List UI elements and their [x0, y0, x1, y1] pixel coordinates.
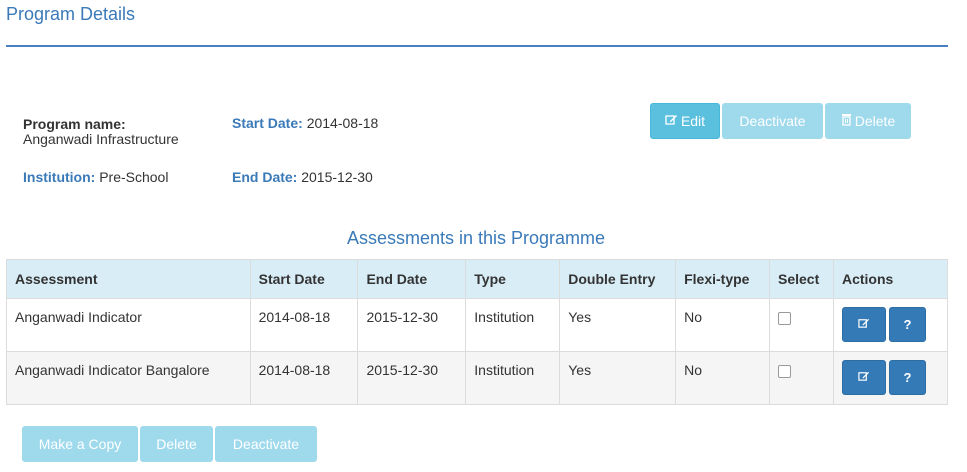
table-header-row: Assessment Start Date End Date Type Doub… [6, 259, 949, 299]
select-checkbox[interactable] [778, 312, 791, 325]
col-type: Type [465, 259, 561, 299]
end-date-label: End Date: [232, 169, 298, 185]
assessment-start-date: 2014-08-18 [258, 362, 331, 378]
program-name-label: Program name: [23, 116, 126, 132]
assessment-start-date: 2014-08-18 [258, 309, 331, 325]
col-select: Select [769, 259, 834, 299]
deactivate-program-button[interactable]: Deactivate [722, 103, 823, 139]
assessment-name: Anganwadi Indicator Bangalore [15, 362, 210, 378]
title-divider [6, 45, 948, 47]
trash-icon [841, 113, 852, 129]
assessment-name: Anganwadi Indicator [15, 309, 142, 325]
start-date-field: Start Date: 2014-08-18 [232, 115, 378, 131]
edit-icon [858, 370, 870, 385]
program-name-value: Anganwadi Infrastructure [23, 131, 179, 147]
delete-program-button[interactable]: Delete [825, 103, 911, 139]
page-title: Program Details [6, 4, 136, 24]
assessment-double-entry: Yes [568, 362, 592, 378]
edit-icon [665, 113, 678, 129]
assessments-title: Assessments in this Programme [346, 228, 606, 248]
select-checkbox[interactable] [778, 365, 791, 378]
start-date-label: Start Date: [232, 115, 303, 131]
col-double-entry: Double Entry [559, 259, 677, 299]
make-copy-button[interactable]: Make a Copy [22, 426, 138, 462]
assessment-type: Institution [474, 362, 535, 378]
table-row: Anganwadi Indicator 2014-08-18 2015-12-3… [6, 298, 949, 352]
row-actions: ? [841, 360, 939, 395]
table-row: Anganwadi Indicator Bangalore 2014-08-18… [6, 351, 949, 405]
deactivate-assessment-button[interactable]: Deactivate [215, 426, 317, 462]
institution-value: Pre-School [99, 169, 169, 185]
assessment-end-date: 2015-12-30 [366, 309, 439, 325]
col-flexi-type: Flexi-type [675, 259, 770, 299]
assessment-end-date: 2015-12-30 [366, 362, 439, 378]
help-button[interactable]: ? [888, 307, 926, 342]
col-end-date: End Date [357, 259, 467, 299]
col-actions: Actions [832, 259, 949, 299]
end-date-value: 2015-12-30 [301, 169, 373, 185]
assessment-double-entry: Yes [568, 309, 592, 325]
assessment-type: Institution [474, 309, 535, 325]
delete-label: Delete [854, 113, 896, 129]
edit-label: Edit [680, 113, 706, 129]
col-start-date: Start Date [249, 259, 359, 299]
institution-label: Institution: [23, 169, 96, 185]
col-assessment: Assessment [6, 259, 251, 299]
edit-assessment-button[interactable] [841, 360, 886, 395]
start-date-value: 2014-08-18 [306, 115, 379, 131]
edit-icon [858, 317, 870, 332]
help-button[interactable]: ? [888, 360, 926, 395]
end-date-field: End Date: 2015-12-30 [232, 169, 373, 185]
edit-assessment-button[interactable] [841, 307, 886, 342]
assessment-flexi-type: No [684, 362, 703, 378]
edit-program-button[interactable]: Edit [650, 103, 720, 139]
delete-assessment-button[interactable]: Delete [140, 426, 213, 462]
institution-field: Institution: Pre-School [23, 169, 168, 185]
assessments-table: Assessment Start Date End Date Type Doub… [6, 259, 949, 405]
row-actions: ? [841, 307, 939, 342]
assessment-flexi-type: No [684, 309, 703, 325]
